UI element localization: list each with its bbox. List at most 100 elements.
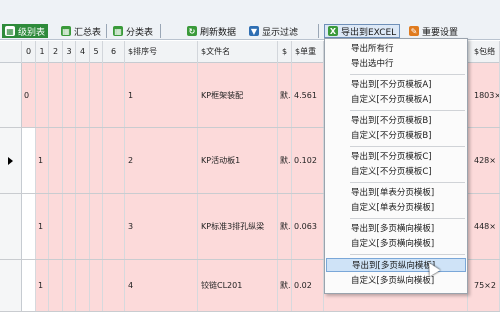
cell-level-6[interactable]	[103, 128, 125, 193]
cell-weight[interactable]: 0.063	[292, 194, 324, 259]
cell-level-1[interactable]	[36, 63, 49, 127]
cell-level-0[interactable]: 0	[22, 63, 36, 127]
cell-level-1[interactable]: 1	[36, 194, 49, 259]
export-excel-button[interactable]: X 导出到EXCEL	[324, 24, 401, 38]
cell-level-0[interactable]	[22, 194, 36, 259]
cell-level-3[interactable]	[63, 128, 76, 193]
header-cell[interactable]: 0	[22, 41, 36, 63]
important-settings-button[interactable]: ✎ 重要设置	[406, 24, 461, 38]
cell-level-2[interactable]	[49, 194, 63, 259]
category-table-button[interactable]: ▦ 分类表	[110, 24, 156, 38]
cell-level-4[interactable]	[76, 260, 90, 311]
header-cell[interactable]: 1	[36, 41, 49, 63]
cell-filename[interactable]: KP标准3排孔纵梁	[198, 194, 278, 259]
cell-seq[interactable]: 2	[125, 128, 198, 193]
cell-level-4[interactable]	[76, 128, 90, 193]
cell-config[interactable]: 默...	[278, 260, 292, 311]
menu-item-export-multi-portrait[interactable]: 导出到[多页纵向模板]	[326, 258, 466, 272]
row-indicator[interactable]	[0, 128, 22, 193]
header-cell[interactable]: 6	[103, 41, 125, 63]
grid-icon: ▦	[113, 26, 123, 36]
cell-envelope[interactable]: 1803×	[468, 63, 500, 127]
menu-separator	[350, 110, 465, 111]
cell-envelope[interactable]: 448×	[468, 194, 500, 259]
show-filter-button[interactable]: ▼ 显示过滤	[246, 24, 301, 38]
menu-separator	[350, 218, 465, 219]
excel-icon: X	[328, 26, 338, 36]
cell-level-5[interactable]	[90, 63, 103, 127]
refresh-icon: ↻	[187, 26, 197, 36]
menu-item-export-all[interactable]: 导出所有行	[326, 42, 466, 56]
cell-level-6[interactable]	[103, 194, 125, 259]
header-cell[interactable]: 4	[76, 41, 90, 63]
cell-level-5[interactable]	[90, 260, 103, 311]
grid-icon: ▦	[5, 26, 15, 36]
wrench-icon: ✎	[409, 26, 419, 36]
export-excel-label: 导出到EXCEL	[341, 27, 397, 38]
header-cell[interactable]: 2	[49, 41, 63, 63]
menu-item-export-single-paged[interactable]: 导出到[单表分页模板]	[326, 186, 466, 200]
cell-config[interactable]: 默...	[278, 194, 292, 259]
header-cell[interactable]: $包络	[468, 41, 500, 63]
cell-envelope[interactable]: 428×	[468, 128, 500, 193]
header-cell[interactable]: $文件名	[198, 41, 278, 63]
cell-filename[interactable]: 铰链CL201	[198, 260, 278, 311]
grid-icon: ▦	[61, 26, 71, 36]
menu-item-custom-single-paged[interactable]: 自定义[单表分页模板]	[326, 201, 466, 215]
header-cell[interactable]: $单重	[292, 41, 324, 63]
cell-level-5[interactable]	[90, 128, 103, 193]
summary-table-button[interactable]: ▦ 汇总表	[58, 24, 104, 38]
refresh-data-button[interactable]: ↻ 刷新数据	[184, 24, 239, 38]
cell-level-2[interactable]	[49, 260, 63, 311]
header-cell[interactable]: $	[278, 41, 292, 63]
cell-level-0[interactable]	[22, 128, 36, 193]
cell-level-3[interactable]	[63, 63, 76, 127]
menu-item-custom-template-c[interactable]: 自定义[不分页模板C]	[326, 165, 466, 179]
row-indicator[interactable]	[0, 63, 22, 127]
cell-seq[interactable]: 4	[125, 260, 198, 311]
header-cell[interactable]: $排序号	[125, 41, 198, 63]
menu-separator	[350, 74, 465, 75]
cell-level-1[interactable]: 1	[36, 128, 49, 193]
header-cell[interactable]: 5	[90, 41, 103, 63]
menu-item-export-selected[interactable]: 导出选中行	[326, 57, 466, 71]
menu-item-custom-multi-portrait[interactable]: 自定义[多页纵向模板]	[326, 274, 466, 288]
category-table-label: 分类表	[126, 27, 154, 38]
cell-level-2[interactable]	[49, 63, 63, 127]
cell-level-4[interactable]	[76, 194, 90, 259]
cell-config[interactable]: 默...	[278, 63, 292, 127]
cell-weight[interactable]: 4.561	[292, 63, 324, 127]
row-indicator[interactable]	[0, 194, 22, 259]
menu-item-export-template-c[interactable]: 导出到[不分页模板C]	[326, 150, 466, 164]
cell-seq[interactable]: 3	[125, 194, 198, 259]
menu-item-custom-template-a[interactable]: 自定义[不分页模板A]	[326, 93, 466, 107]
cell-weight[interactable]: 0.02	[292, 260, 324, 311]
cell-weight[interactable]: 0.102	[292, 128, 324, 193]
menu-item-export-template-b[interactable]: 导出到[不分页模板B]	[326, 114, 466, 128]
cell-filename[interactable]: KP活动板1	[198, 128, 278, 193]
cell-level-3[interactable]	[63, 260, 76, 311]
menu-item-export-template-a[interactable]: 导出到[不分页模板A]	[326, 78, 466, 92]
cell-level-3[interactable]	[63, 194, 76, 259]
cell-level-6[interactable]	[103, 63, 125, 127]
cell-level-2[interactable]	[49, 128, 63, 193]
summary-table-label: 汇总表	[74, 27, 102, 38]
cell-seq[interactable]: 1	[125, 63, 198, 127]
cell-envelope[interactable]: 75×2	[468, 260, 500, 311]
cell-config[interactable]: 默...	[278, 128, 292, 193]
cell-level-4[interactable]	[76, 63, 90, 127]
menu-item-custom-template-b[interactable]: 自定义[不分页模板B]	[326, 129, 466, 143]
cell-filename[interactable]: KP框架装配	[198, 63, 278, 127]
cell-level-0[interactable]	[22, 260, 36, 311]
cell-level-6[interactable]	[103, 260, 125, 311]
row-indicator[interactable]	[0, 260, 22, 311]
header-cell[interactable]: 3	[63, 41, 76, 63]
menu-item-custom-multi-landscape[interactable]: 自定义[多页横向模板]	[326, 237, 466, 251]
level-table-button[interactable]: ▦ 级别表	[2, 24, 49, 38]
important-settings-label: 重要设置	[422, 27, 459, 38]
cell-level-1[interactable]: 1	[36, 260, 49, 311]
menu-separator	[350, 146, 465, 147]
menu-item-export-multi-landscape[interactable]: 导出到[多页横向模板]	[326, 222, 466, 236]
cell-level-5[interactable]	[90, 194, 103, 259]
menu-separator	[350, 182, 465, 183]
